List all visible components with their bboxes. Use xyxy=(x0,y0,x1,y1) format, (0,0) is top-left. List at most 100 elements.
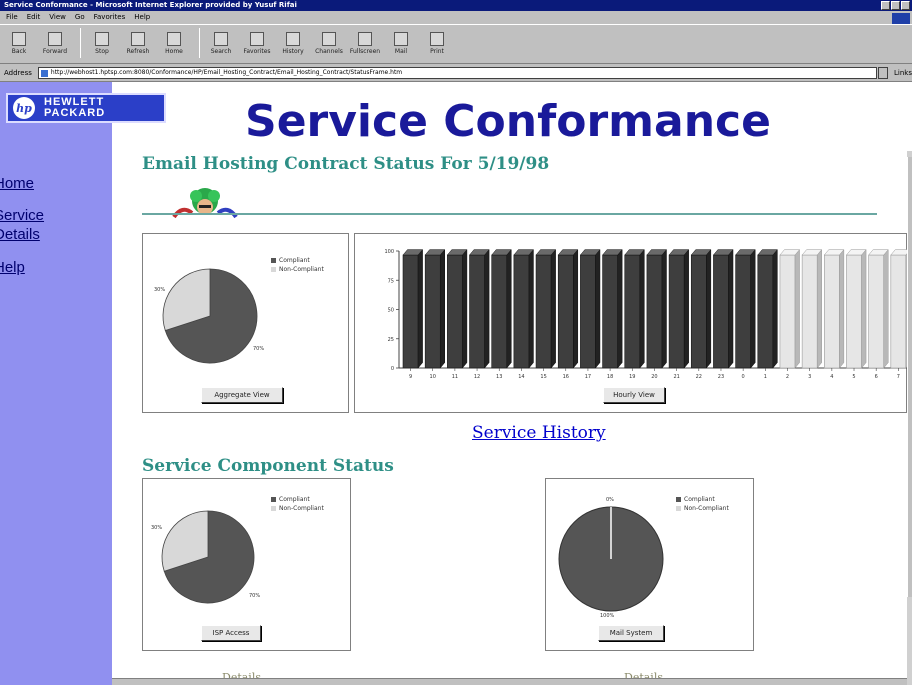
mail-system-chart-panel: 100% 0% Compliant Non-Compliant Mail Syst… xyxy=(545,478,754,651)
legend-compliant-label: Compliant xyxy=(684,496,715,503)
sidebar-item-service-details[interactable]: Service Details xyxy=(0,206,44,244)
refresh-label: Refresh xyxy=(126,47,150,55)
stop-label: Stop xyxy=(95,47,109,55)
print-button[interactable]: Print xyxy=(422,25,452,61)
channels-button[interactable]: Channels xyxy=(314,25,344,61)
fullscreen-label: Fullscreen xyxy=(349,47,381,55)
links-label[interactable]: Links xyxy=(894,69,912,77)
bar-side-16 xyxy=(573,248,579,369)
horizontal-scrollbar[interactable] xyxy=(112,678,907,685)
forward-button[interactable]: Forward xyxy=(40,25,70,61)
bar-side-3 xyxy=(816,248,822,369)
bar-22 xyxy=(690,254,707,369)
fullscreen-button[interactable]: Fullscreen xyxy=(350,25,380,61)
mail-system-button[interactable]: Mail System xyxy=(598,625,664,641)
mascot-icon xyxy=(172,188,238,219)
hp-logo: hp HEWLETT PACKARD xyxy=(6,93,166,123)
menu-edit[interactable]: Edit xyxy=(27,11,41,24)
legend-swatch-compliant xyxy=(271,497,276,502)
pie-data-label: 70% xyxy=(253,346,264,352)
bar-16 xyxy=(557,254,574,369)
history-label: History xyxy=(282,47,304,55)
pie-data-label: 30% xyxy=(154,287,165,293)
bar-13 xyxy=(491,254,508,369)
pie-data-label: 0% xyxy=(606,497,614,503)
channels-label: Channels xyxy=(315,47,343,55)
favorites-icon xyxy=(250,31,264,46)
bar-1 xyxy=(757,254,774,369)
x-tick-label: 2 xyxy=(786,374,789,380)
maximize-button[interactable] xyxy=(891,1,900,10)
toolbar-separator xyxy=(80,28,81,58)
component-status-heading: Service Component Status xyxy=(142,456,394,476)
x-tick-label: 4 xyxy=(830,374,833,380)
hourly-view-button[interactable]: Hourly View xyxy=(603,387,665,403)
history-icon xyxy=(286,31,300,46)
mail-button[interactable]: Mail xyxy=(386,25,416,61)
legend-non-compliant-label: Non-Compliant xyxy=(684,505,729,512)
sidebar-item-details-label[interactable]: Details xyxy=(0,225,44,244)
aggregate-view-button[interactable]: Aggregate View xyxy=(201,387,283,403)
page-title: Service Conformance xyxy=(245,96,771,147)
hp-logo-line2: PACKARD xyxy=(44,107,106,119)
favorites-button[interactable]: Favorites xyxy=(242,25,272,61)
bar-side-10 xyxy=(440,248,446,369)
stop-button[interactable]: Stop xyxy=(87,25,117,61)
back-label: Back xyxy=(11,47,27,55)
bar-side-6 xyxy=(883,248,889,369)
refresh-button[interactable]: Refresh xyxy=(123,25,153,61)
bar-11 xyxy=(447,254,463,369)
x-tick-label: 10 xyxy=(430,374,436,380)
header-divider xyxy=(142,213,877,215)
menu-go[interactable]: Go xyxy=(75,11,85,24)
menu-help[interactable]: Help xyxy=(134,11,150,24)
isp-access-button[interactable]: ISP Access xyxy=(201,625,261,641)
legend-non-compliant: Non-Compliant xyxy=(676,504,729,513)
x-tick-label: 7 xyxy=(897,374,900,380)
legend-non-compliant-label: Non-Compliant xyxy=(279,505,324,512)
legend-swatch-non-compliant xyxy=(271,506,276,511)
history-button[interactable]: History xyxy=(278,25,308,61)
x-tick-label: 5 xyxy=(852,374,855,380)
address-label: Address xyxy=(4,68,32,77)
menu-favorites[interactable]: Favorites xyxy=(94,11,126,24)
bar-14 xyxy=(513,254,530,369)
mail-system-legend: Compliant Non-Compliant xyxy=(676,495,729,513)
bar-15 xyxy=(535,254,552,369)
address-dropdown-button[interactable] xyxy=(878,66,889,79)
sidebar-item-help[interactable]: Help xyxy=(0,258,25,277)
sidebar-item-service-label[interactable]: Service xyxy=(0,206,44,225)
bar-side-15 xyxy=(550,248,556,369)
legend-compliant: Compliant xyxy=(271,495,324,504)
address-input[interactable]: http://webhost1.hptsp.com:8080/Conforman… xyxy=(37,66,878,79)
pie-data-label: 30% xyxy=(151,525,162,531)
vertical-scrollbar[interactable] xyxy=(907,151,912,685)
bar-side-5 xyxy=(861,248,867,369)
bar-side-22 xyxy=(706,248,712,369)
back-button[interactable]: Back xyxy=(4,25,34,61)
bar-side-4 xyxy=(839,248,845,369)
bar-18 xyxy=(602,254,618,369)
bar-side-0 xyxy=(750,248,756,369)
service-history-link[interactable]: Service History xyxy=(472,423,606,443)
menu-file[interactable]: File xyxy=(6,11,18,24)
close-button[interactable] xyxy=(901,1,910,10)
sidebar-item-home[interactable]: Home xyxy=(0,174,34,193)
menu-view[interactable]: View xyxy=(49,11,66,24)
search-button[interactable]: Search xyxy=(206,25,236,61)
bar-4 xyxy=(824,254,840,369)
minimize-button[interactable] xyxy=(881,1,890,10)
aggregate-legend: Compliant Non-Compliant xyxy=(271,256,324,274)
x-tick-label: 18 xyxy=(607,374,613,380)
home-button[interactable]: Home xyxy=(159,25,189,61)
bar-10 xyxy=(424,254,441,369)
toolbar: Back Forward Stop Refresh Home Search Fa… xyxy=(0,24,912,64)
vertical-scrollbar-thumb[interactable] xyxy=(907,157,912,597)
x-tick-label: 20 xyxy=(651,374,657,380)
bar-6 xyxy=(868,254,885,369)
search-label: Search xyxy=(210,47,232,55)
legend-compliant-label: Compliant xyxy=(279,257,310,264)
x-tick-label: 15 xyxy=(540,374,546,380)
bar-21 xyxy=(668,254,685,369)
isp-access-legend: Compliant Non-Compliant xyxy=(271,495,324,513)
